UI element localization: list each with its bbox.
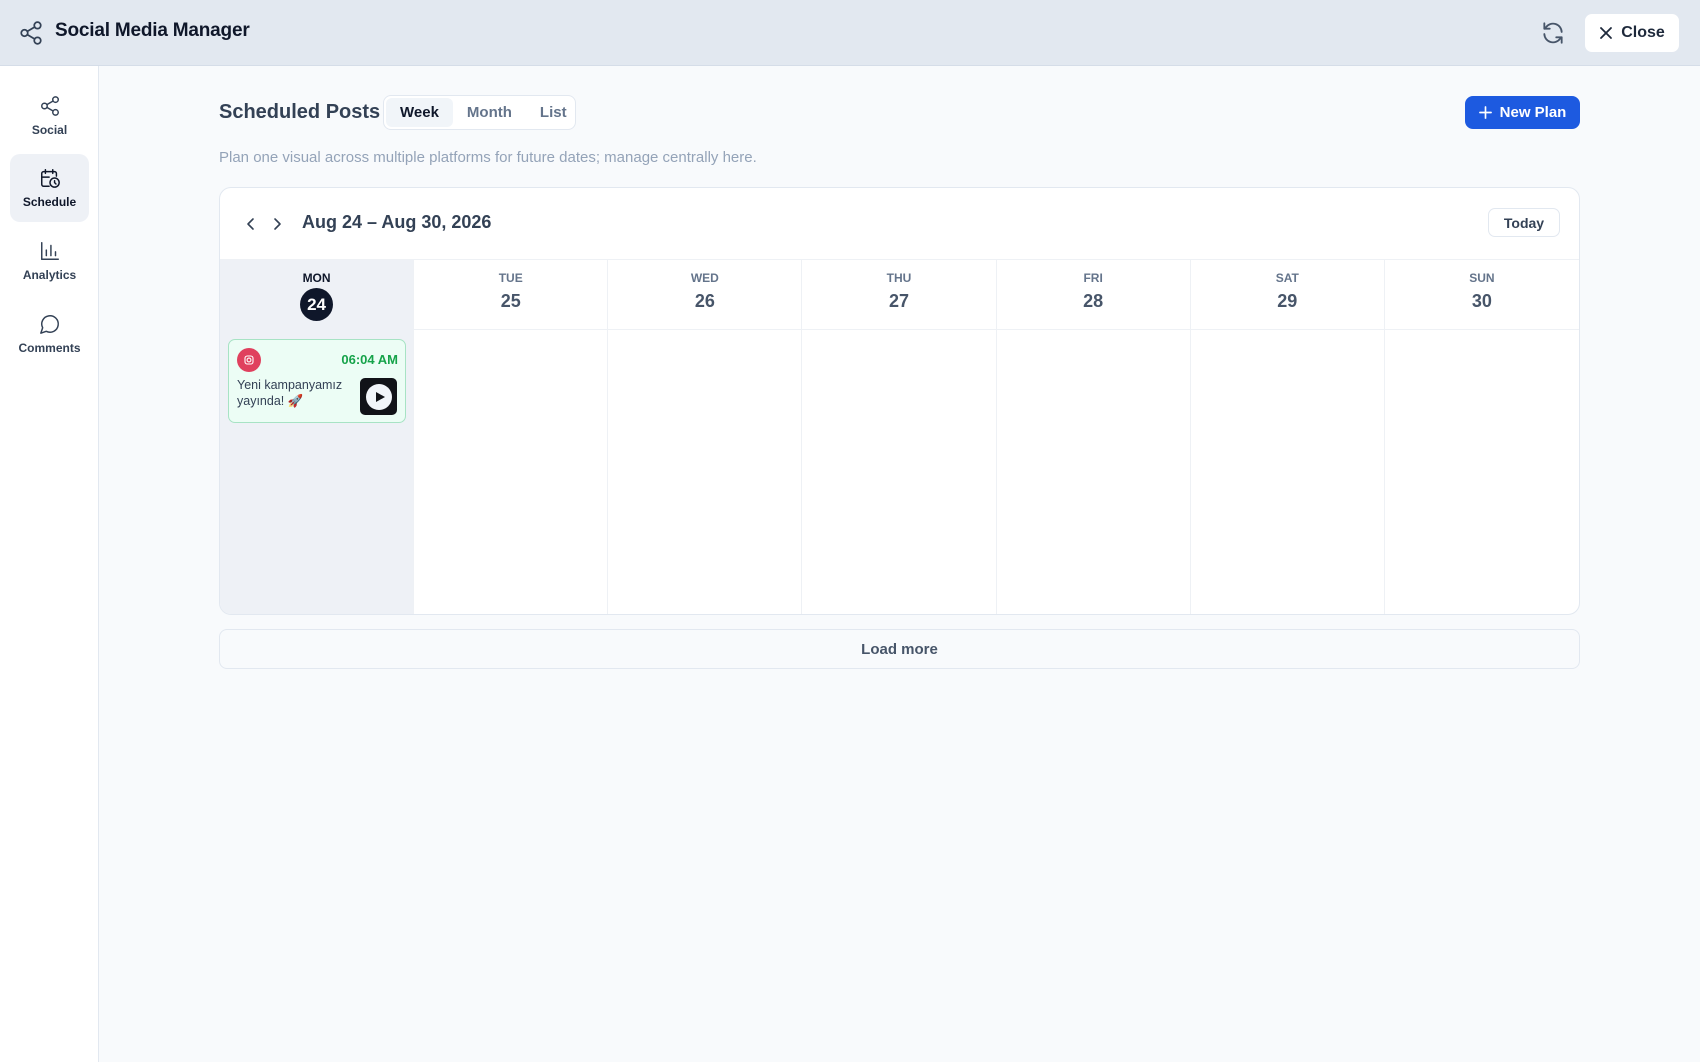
day-number-today: 24 — [300, 288, 334, 321]
day-header: THU 27 — [802, 260, 996, 330]
view-list-tab[interactable]: List — [526, 98, 581, 127]
day-of-week: WED — [690, 271, 719, 285]
page-subtitle: Plan one visual across multiple platform… — [219, 149, 757, 166]
close-icon — [1600, 27, 1613, 39]
top-bar: Social Media Manager Close — [0, 0, 1700, 66]
view-toggle: Week Month List — [383, 95, 576, 130]
plus-icon — [1478, 106, 1492, 119]
post-time: 06:04 AM — [341, 352, 398, 367]
week-calendar: Aug 24 – Aug 30, 2026 Today MON 24 06:04… — [219, 187, 1580, 615]
day-header: TUE 25 — [414, 260, 608, 330]
day-column-fri[interactable]: FRI 28 — [996, 260, 1191, 614]
sidebar: Social Schedule Analytics Comments — [0, 66, 99, 1062]
day-of-week: THU — [886, 271, 912, 285]
load-more-button[interactable]: Load more — [219, 629, 1580, 669]
view-week-tab[interactable]: Week — [386, 98, 453, 127]
sidebar-item-label: Social — [31, 123, 68, 137]
date-range: Aug 24 – Aug 30, 2026 — [302, 212, 492, 232]
bar-chart-icon — [40, 242, 59, 260]
day-column-sat[interactable]: SAT 29 — [1190, 260, 1385, 614]
refresh-icon[interactable] — [1540, 20, 1566, 46]
sidebar-item-schedule[interactable]: Schedule — [10, 154, 89, 222]
day-number: 29 — [1277, 291, 1298, 311]
chevron-right-icon[interactable] — [269, 216, 285, 232]
day-header: SUN 30 — [1384, 260, 1579, 330]
day-number: 27 — [888, 291, 909, 311]
day-column-sun[interactable]: SUN 30 — [1384, 260, 1579, 614]
day-of-week: SAT — [1275, 271, 1299, 285]
day-header: WED 26 — [608, 260, 802, 330]
calendar-header: Aug 24 – Aug 30, 2026 Today — [220, 188, 1579, 260]
day-column-mon[interactable]: MON 24 06:04 AM Yeni kampanyamız yayında… — [220, 260, 415, 614]
sidebar-item-label: Comments — [18, 341, 81, 355]
chat-bubble-icon — [39, 315, 59, 334]
day-of-week: FRI — [1083, 271, 1103, 285]
post-text: Yeni kampanyamız yayında! 🚀 — [237, 378, 343, 408]
video-thumbnail — [360, 378, 397, 415]
app-title: Social Media Manager — [55, 20, 250, 41]
sidebar-item-label: Schedule — [22, 195, 77, 209]
day-header: FRI 28 — [996, 260, 1190, 330]
share-icon — [18, 20, 44, 46]
day-column-thu[interactable]: THU 27 — [802, 260, 997, 614]
share-icon — [40, 96, 59, 116]
today-button[interactable]: Today — [1488, 208, 1560, 237]
day-of-week: TUE — [498, 271, 523, 285]
sidebar-item-label: Analytics — [22, 268, 77, 282]
day-of-week: MON — [302, 271, 331, 285]
chevron-left-icon[interactable] — [243, 216, 259, 232]
week-days: MON 24 06:04 AM Yeni kampanyamız yayında… — [220, 260, 1579, 614]
scheduled-post-card[interactable]: 06:04 AM Yeni kampanyamız yayında! 🚀 — [228, 339, 406, 423]
sidebar-item-comments[interactable]: Comments — [10, 300, 89, 368]
day-header: SAT 29 — [1190, 260, 1384, 330]
new-plan-label: New Plan — [1499, 104, 1567, 121]
play-icon — [365, 383, 392, 410]
close-button[interactable]: Close — [1584, 13, 1680, 53]
page-title: Scheduled Posts — [219, 101, 381, 123]
view-month-tab[interactable]: Month — [453, 98, 526, 127]
calendar-clock-icon — [40, 169, 60, 188]
sidebar-item-analytics[interactable]: Analytics — [10, 227, 89, 295]
day-column-tue[interactable]: TUE 25 — [414, 260, 609, 614]
instagram-icon — [237, 348, 261, 372]
day-of-week: SUN — [1469, 271, 1495, 285]
day-header: MON 24 — [220, 260, 413, 330]
close-label: Close — [1621, 24, 1665, 41]
day-number: 28 — [1083, 291, 1104, 311]
day-number: 30 — [1471, 291, 1492, 311]
day-number: 26 — [694, 291, 715, 311]
sidebar-item-social[interactable]: Social — [10, 82, 89, 150]
day-number: 25 — [500, 291, 521, 311]
new-plan-button[interactable]: New Plan — [1465, 96, 1580, 129]
day-column-wed[interactable]: WED 26 — [608, 260, 803, 614]
